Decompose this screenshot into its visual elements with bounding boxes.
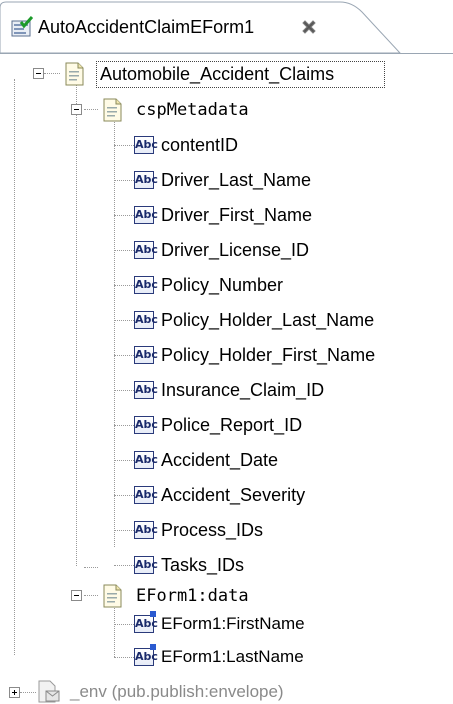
editor-tab-strip: AutoAccidentClaimEForm1	[0, 0, 453, 54]
tree-label-eform-data: EForm1:data	[136, 586, 249, 606]
link-marker-icon	[150, 611, 156, 617]
collapse-toggle[interactable]	[71, 104, 82, 115]
document-icon	[103, 584, 122, 608]
document-tree: Automobile_Accident_Claims cspMetadata A…	[0, 54, 453, 704]
tree-label-field: Policy_Holder_First_Name	[161, 345, 376, 365]
tree-label-field: Policy_Holder_Last_Name	[161, 310, 375, 330]
tree-connector	[76, 80, 77, 566]
tree-label-field: Insurance_Claim_ID	[161, 380, 325, 400]
tab-title: AutoAccidentClaimEForm1	[38, 17, 255, 37]
tree-connector	[84, 109, 98, 110]
tree-label-field: Driver_License_ID	[161, 240, 310, 260]
expand-toggle[interactable]	[9, 687, 20, 698]
tree-connector	[114, 145, 134, 146]
tree-connector	[114, 180, 134, 181]
tree-connector	[114, 117, 115, 547]
string-field-icon: Abc	[134, 648, 158, 666]
tree-connector	[114, 495, 134, 496]
tree-connector	[114, 425, 134, 426]
collapse-toggle[interactable]	[33, 68, 44, 79]
string-field-icon: Abc	[134, 381, 158, 399]
tree-label-field: Process_IDs	[161, 520, 264, 540]
tree-connector	[84, 595, 98, 596]
tree-connector	[114, 250, 134, 251]
tree-label-root: Automobile_Accident_Claims	[100, 64, 335, 84]
collapse-toggle[interactable]	[71, 590, 82, 601]
tree-connector	[84, 567, 98, 568]
close-icon[interactable]	[301, 19, 317, 35]
string-field-icon: Abc	[134, 451, 158, 469]
document-icon	[65, 62, 84, 86]
tree-connector	[20, 692, 36, 693]
tree-label-field: Police_Report_ID	[161, 415, 303, 435]
string-field-icon: Abc	[134, 311, 158, 329]
tree-label-env: _env (pub.publish:envelope)	[70, 682, 284, 701]
string-field-icon: Abc	[134, 521, 158, 539]
tree-label-field: Tasks_IDs	[161, 555, 245, 575]
string-field-icon: Abc	[134, 346, 158, 364]
tree-connector	[114, 530, 134, 531]
tree-label-eform-field: EForm1:LastName	[161, 647, 304, 666]
tree-label-eform-field: EForm1:FirstName	[161, 614, 305, 633]
tree-connector	[114, 460, 134, 461]
string-field-icon: Abc	[134, 615, 158, 633]
tree-connector	[114, 390, 134, 391]
tree-connector	[114, 624, 134, 625]
tree-label-field: Accident_Severity	[161, 485, 306, 505]
string-field-icon: Abc	[134, 241, 158, 259]
tree-label-cspmetadata: cspMetadata	[136, 100, 249, 120]
string-field-icon: Abc	[134, 171, 158, 189]
link-marker-icon	[150, 644, 156, 650]
tree-label-field: contentID	[161, 135, 239, 155]
tree-connector	[114, 355, 134, 356]
document-icon	[103, 98, 122, 122]
form-editor-icon	[11, 16, 33, 37]
envelope-document-icon	[38, 680, 60, 703]
string-field-icon: Abc	[134, 276, 158, 294]
tree-connector	[114, 215, 134, 216]
tree-label-field: Accident_Date	[161, 450, 279, 470]
tree-label-field: Driver_Last_Name	[161, 170, 312, 190]
tree-connector	[114, 285, 134, 286]
tree-connector	[114, 657, 134, 658]
tree-connector	[14, 79, 15, 655]
string-field-icon: Abc	[134, 206, 158, 224]
string-field-icon: Abc	[134, 416, 158, 434]
tree-label-field: Driver_First_Name	[161, 205, 313, 225]
tree-connector	[44, 73, 60, 74]
tree-connector	[114, 320, 134, 321]
tree-connector	[114, 565, 134, 566]
string-field-icon: Abc	[134, 136, 158, 154]
string-field-icon: Abc	[134, 486, 158, 504]
string-field-icon: Abc	[134, 556, 158, 574]
tree-label-field: Policy_Number	[161, 275, 284, 295]
